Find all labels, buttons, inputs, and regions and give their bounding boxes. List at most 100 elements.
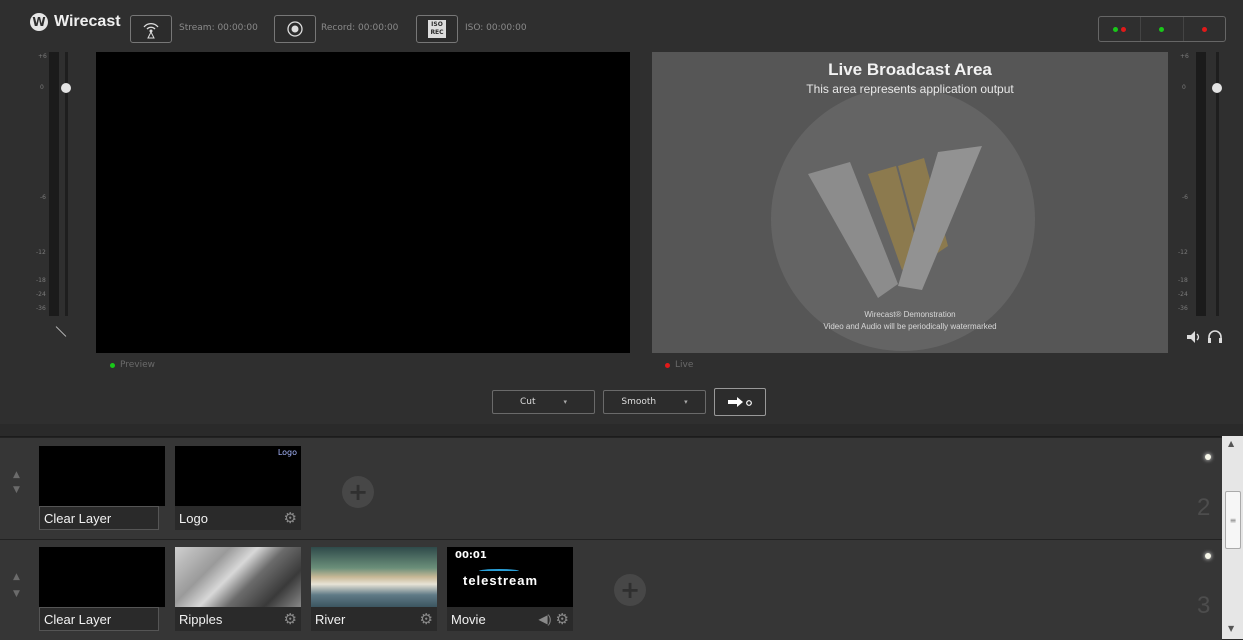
- shot-label: Clear Layer: [39, 506, 159, 530]
- shot-label-text: Clear Layer: [44, 611, 112, 627]
- shot-label-text: Movie: [451, 611, 486, 627]
- layer-controls: ▲ ▼: [0, 540, 30, 640]
- meter-scale-label: -12: [36, 249, 46, 256]
- layers-scrollbar[interactable]: ▲ ≡ ▼: [1222, 436, 1243, 639]
- logo-overlay-text: Logo: [277, 448, 297, 457]
- layer-down-arrow-icon[interactable]: ▼: [13, 590, 20, 599]
- layer-visibility-light[interactable]: [1205, 454, 1211, 460]
- transition-smooth-dropdown[interactable]: Smooth ▾: [603, 390, 706, 414]
- app-name: Wirecast: [54, 13, 121, 30]
- layer-number: 2: [1197, 494, 1211, 521]
- gear-icon[interactable]: ⚙: [420, 610, 433, 628]
- status-dot-icon: [1121, 26, 1127, 32]
- stream-button[interactable]: [130, 15, 172, 43]
- go-button[interactable]: [714, 388, 766, 416]
- shot-thumbnail[interactable]: Logo: [175, 446, 301, 506]
- scroll-down-arrow-icon[interactable]: ▼: [1228, 624, 1234, 633]
- meter-scale-label: -6: [1182, 194, 1188, 201]
- shot-river[interactable]: River ⚙: [311, 547, 437, 631]
- iso-rec-icon: ISO REC: [428, 20, 446, 38]
- shot-movie[interactable]: 00:01 telestream Movie ◀) ⚙: [447, 547, 573, 631]
- scroll-up-arrow-icon[interactable]: ▲: [1228, 439, 1234, 448]
- scroll-thumb[interactable]: ≡: [1225, 491, 1241, 549]
- shot-thumbnail[interactable]: 00:01 telestream: [447, 547, 573, 607]
- meter-scale-label: -36: [1178, 305, 1188, 312]
- live-dot-icon: [665, 362, 670, 368]
- shot-label-text: River: [315, 611, 346, 627]
- volume-knob[interactable]: [61, 83, 71, 93]
- mute-slash-icon[interactable]: [55, 326, 67, 337]
- level-meter: [49, 52, 59, 316]
- meter-scale-label: -6: [40, 194, 46, 201]
- divider: [0, 424, 1243, 437]
- shot-label: Movie ◀) ⚙: [447, 607, 573, 631]
- layer-controls: ▲ ▼: [0, 438, 30, 539]
- telestream-logo-text: telestream: [463, 573, 539, 588]
- shot-thumbnail[interactable]: [175, 547, 301, 607]
- shot-clear-layer[interactable]: Clear Layer: [39, 446, 165, 530]
- layer-visibility-light[interactable]: [1205, 553, 1211, 559]
- right-audio-meter: +6 0 -6 -12 -18 -24 -36: [1178, 52, 1238, 352]
- chevron-down-icon: ▾: [684, 398, 688, 406]
- gear-icon[interactable]: ⚙: [556, 610, 569, 628]
- record-timer: Record: 00:00:00: [321, 23, 399, 33]
- gear-icon[interactable]: ⚙: [284, 610, 297, 628]
- shot-thumbnail[interactable]: [311, 547, 437, 607]
- iso-timer: ISO: 00:00:00: [465, 23, 527, 33]
- layer-number: 3: [1197, 592, 1211, 619]
- transition-cut-dropdown[interactable]: Cut ▾: [492, 390, 595, 414]
- shot-label-text: Clear Layer: [44, 510, 112, 526]
- telestream-swoosh-icon: [479, 569, 519, 573]
- go-arrow-icon: [728, 397, 752, 407]
- stream-timer: Stream: 00:00:00: [179, 23, 258, 33]
- record-status: [1141, 17, 1184, 41]
- shot-clear-layer[interactable]: Clear Layer: [39, 547, 165, 631]
- live-monitor[interactable]: Live Broadcast Area This area represents…: [652, 52, 1168, 353]
- preview-dot-icon: [110, 362, 115, 368]
- shot-thumbnail[interactable]: [39, 446, 165, 506]
- volume-knob[interactable]: [1212, 83, 1222, 93]
- record-button[interactable]: [274, 15, 316, 43]
- shot-label: River ⚙: [311, 607, 437, 631]
- preview-monitor[interactable]: [96, 52, 630, 353]
- status-indicators[interactable]: [1098, 16, 1226, 42]
- meter-scale-label: -12: [1178, 249, 1188, 256]
- preview-label-text: Preview: [120, 360, 156, 370]
- meter-scale-label: +6: [38, 53, 47, 60]
- shot-label-text: Ripples: [179, 611, 223, 627]
- watermark-line1: Wirecast® Demonstration: [864, 310, 956, 319]
- live-label: Live: [665, 360, 693, 370]
- shot-logo[interactable]: Logo Logo ⚙: [175, 446, 301, 530]
- left-audio-meter: +6 0 -6 -12 -18 -24 -36: [32, 52, 92, 352]
- shot-label: Logo ⚙: [175, 506, 301, 530]
- add-shot-button[interactable]: +: [342, 476, 374, 508]
- live-title: Live Broadcast Area: [828, 60, 992, 79]
- layer-row-3: ▲ ▼ Clear Layer Ripples ⚙ River ⚙ 00:01 …: [0, 539, 1222, 640]
- app-logo: W Wirecast: [30, 13, 121, 31]
- layer-up-arrow-icon[interactable]: ▲: [13, 471, 20, 480]
- shot-ripples[interactable]: Ripples ⚙: [175, 547, 301, 631]
- speaker-icon[interactable]: [1186, 330, 1204, 344]
- cut-label: Cut: [519, 397, 536, 407]
- volume-icon[interactable]: ◀): [538, 612, 551, 626]
- meter-scale-label: 0: [1182, 84, 1186, 91]
- shot-label: Clear Layer: [39, 607, 159, 631]
- iso-record-button[interactable]: ISO REC: [416, 15, 458, 43]
- live-label-text: Live: [675, 360, 694, 370]
- gear-icon[interactable]: ⚙: [284, 509, 297, 527]
- meter-scale-label: -18: [36, 277, 46, 284]
- plus-icon: +: [619, 576, 641, 604]
- shot-thumbnail[interactable]: [39, 547, 165, 607]
- meter-scale-label: -24: [1178, 291, 1188, 298]
- stream-icon: [143, 23, 159, 39]
- status-dot-icon: [1113, 26, 1119, 32]
- meter-scale-label: -24: [36, 291, 46, 298]
- headphones-icon[interactable]: [1207, 330, 1223, 344]
- layer-up-arrow-icon[interactable]: ▲: [13, 573, 20, 582]
- smooth-label: Smooth: [621, 397, 657, 407]
- add-shot-button[interactable]: +: [614, 574, 646, 606]
- layer-down-arrow-icon[interactable]: ▼: [13, 486, 20, 495]
- live-subtitle: This area represents application output: [806, 82, 1014, 96]
- shot-label: Ripples ⚙: [175, 607, 301, 631]
- shot-label-text: Logo: [179, 510, 208, 526]
